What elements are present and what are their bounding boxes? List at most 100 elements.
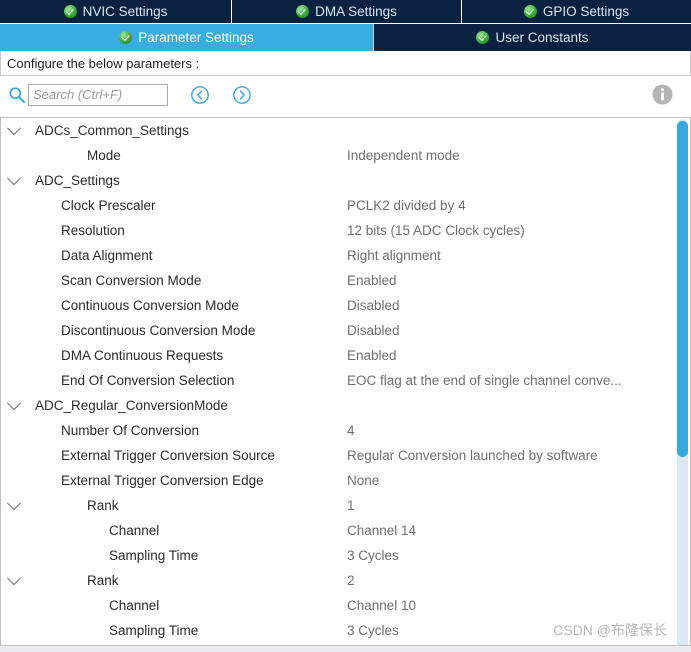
tree-row-label: Channel xyxy=(109,598,160,613)
tree-row-value[interactable]: 3 Cycles xyxy=(347,548,399,563)
circle-chevron-left-icon[interactable] xyxy=(190,85,210,105)
check-circle-icon xyxy=(63,5,77,18)
search-toolbar xyxy=(0,76,691,113)
tree-row[interactable]: Scan Conversion Mode Enabled xyxy=(1,268,674,293)
tab-gpio-settings[interactable]: GPIO Settings xyxy=(462,0,691,23)
tree-row-inner: Sampling Time 3 Cycles xyxy=(1,618,674,643)
chevron-glyph xyxy=(6,495,22,510)
tree-row[interactable]: Sampling Time 3 Cycles xyxy=(1,543,674,568)
tab-label: GPIO Settings xyxy=(542,4,630,19)
tree-row[interactable]: Channel Channel 14 xyxy=(1,518,674,543)
tree-row[interactable]: End Of Conversion Selection EOC flag at t… xyxy=(1,368,674,393)
tree-row-label: Rank xyxy=(87,573,119,588)
tab-nvic-settings[interactable]: NVIC Settings xyxy=(0,0,232,23)
tree-row-inner: Channel Channel 14 xyxy=(1,518,674,543)
circle-chevron-right-icon[interactable] xyxy=(232,85,252,105)
tree-row-label: Continuous Conversion Mode xyxy=(61,298,239,313)
tree-row-label: Sampling Time xyxy=(109,548,199,563)
tree-row[interactable]: Clock Prescaler PCLK2 divided by 4 xyxy=(1,193,674,218)
tree-row[interactable]: ADC_Settings xyxy=(1,168,674,193)
tree-row[interactable]: ADC_Regular_ConversionMode xyxy=(1,393,674,418)
tree-row-value[interactable]: 4 xyxy=(347,423,355,438)
tree-row-label: Clock Prescaler xyxy=(61,198,156,213)
tree-row-label: External Trigger Conversion Source xyxy=(61,448,275,463)
tree-row-label: Scan Conversion Mode xyxy=(61,273,202,288)
tree-row-value[interactable]: Disabled xyxy=(347,298,400,313)
tree-row-inner: Number Of Conversion 4 xyxy=(1,418,674,443)
tree-row-value[interactable]: Channel 10 xyxy=(347,598,416,613)
tree-row-label: ADC_Settings xyxy=(35,173,120,188)
tree-row-value[interactable]: PCLK2 divided by 4 xyxy=(347,198,466,213)
tree-row[interactable]: Resolution 12 bits (15 ADC Clock cycles) xyxy=(1,218,674,243)
search-input[interactable] xyxy=(28,83,168,106)
configure-bar: Configure the below parameters : xyxy=(0,51,691,76)
parameter-tree: ADCs_Common_Settings Mode Independent mode… xyxy=(1,118,674,652)
tree-row[interactable]: Sampling Time 3 Cycles xyxy=(1,618,674,643)
tree-row-value[interactable]: Disabled xyxy=(347,323,400,338)
tree-row-value[interactable]: 1 xyxy=(347,498,355,513)
tree-row-value[interactable]: 2 xyxy=(347,573,355,588)
tree-row-label: Mode xyxy=(87,148,121,163)
tree-row-label: DMA Continuous Requests xyxy=(61,348,224,363)
tree-row[interactable]: Discontinuous Conversion Mode Disabled xyxy=(1,318,674,343)
info-circle-icon[interactable] xyxy=(652,84,673,105)
tab-parameter-settings[interactable]: Parameter Settings xyxy=(0,24,374,51)
tree-row[interactable]: Channel Channel 10 xyxy=(1,593,674,618)
tree-row-value[interactable]: Right alignment xyxy=(347,248,441,263)
tree-row-inner: Rank 2 xyxy=(1,568,674,593)
tree-row-inner: Scan Conversion Mode Enabled xyxy=(1,268,674,293)
tree-row[interactable]: ADCs_Common_Settings xyxy=(1,118,674,143)
tree-row[interactable]: Rank 2 xyxy=(1,568,674,593)
tree-row-inner: Resolution 12 bits (15 ADC Clock cycles) xyxy=(1,218,674,243)
chevron-down-icon[interactable] xyxy=(1,570,27,586)
tree-row[interactable]: Continuous Conversion Mode Disabled xyxy=(1,293,674,318)
tree-row-inner: ADCs_Common_Settings xyxy=(1,118,674,143)
chevron-down-icon[interactable] xyxy=(1,120,27,136)
check-circle-icon xyxy=(523,5,537,18)
tab-user-constants[interactable]: User Constants xyxy=(374,24,691,51)
tree-row-inner: Continuous Conversion Mode Disabled xyxy=(1,293,674,318)
tab-label: DMA Settings xyxy=(315,4,397,19)
tree-row[interactable]: Mode Independent mode xyxy=(1,143,674,168)
tree-row-label: End Of Conversion Selection xyxy=(61,373,235,388)
tree-row-label: ADC_Regular_ConversionMode xyxy=(35,398,228,413)
chevron-glyph xyxy=(6,570,22,585)
chevron-down-icon[interactable] xyxy=(1,170,27,186)
check-circle-icon xyxy=(476,31,490,44)
chevron-down-icon[interactable] xyxy=(1,495,27,511)
tree-row-value[interactable]: Enabled xyxy=(347,348,397,363)
tree-row-label: Rank xyxy=(87,498,119,513)
tree-row[interactable]: DMA Continuous Requests Enabled xyxy=(1,343,674,368)
configure-bar-label: Configure the below parameters : xyxy=(7,55,200,71)
tree-row-label: Sampling Time xyxy=(109,623,199,638)
tree-row-inner: Sampling Time 3 Cycles xyxy=(1,543,674,568)
tree-row[interactable]: Rank 1 xyxy=(1,493,674,518)
chevron-down-icon[interactable] xyxy=(1,395,27,411)
tree-row-value[interactable]: Regular Conversion launched by software xyxy=(347,448,598,463)
tree-row-value[interactable]: Independent mode xyxy=(347,148,460,163)
tab-label: User Constants xyxy=(495,30,589,45)
tree-row[interactable]: External Trigger Conversion Source Regula… xyxy=(1,443,674,468)
tab-label: Parameter Settings xyxy=(138,30,254,45)
tree-row[interactable]: Data Alignment Right alignment xyxy=(1,243,674,268)
tab-label: NVIC Settings xyxy=(82,4,168,19)
tab-dma-settings[interactable]: DMA Settings xyxy=(232,0,462,23)
tree-row-inner: Discontinuous Conversion Mode Disabled xyxy=(1,318,674,343)
tab-strip: NVIC Settings DMA Settings GPIO Settings… xyxy=(0,0,691,51)
tree-row-value[interactable]: Channel 14 xyxy=(347,523,416,538)
tree-row-value[interactable]: 3 Cycles xyxy=(347,623,399,638)
scrollbar-thumb[interactable] xyxy=(677,121,688,457)
tree-row[interactable]: External Trigger Conversion Edge None xyxy=(1,468,674,493)
tree-row-inner: Rank 1 xyxy=(1,493,674,518)
tree-row-value[interactable]: Enabled xyxy=(347,273,397,288)
tree-row[interactable]: Number Of Conversion 4 xyxy=(1,418,674,443)
tree-row-value[interactable]: None xyxy=(347,473,379,488)
vertical-scrollbar[interactable] xyxy=(676,119,689,651)
search-icon xyxy=(8,86,26,104)
tree-row-value[interactable]: 12 bits (15 ADC Clock cycles) xyxy=(347,223,525,238)
tree-row-label: ADCs_Common_Settings xyxy=(35,123,189,138)
tree-row-value[interactable]: EOC flag at the end of single channel co… xyxy=(347,373,622,388)
tab-row-secondary: Parameter Settings User Constants xyxy=(0,24,691,51)
tree-row-inner: Mode Independent mode xyxy=(1,143,674,168)
tree-row-label: Number Of Conversion xyxy=(61,423,200,438)
